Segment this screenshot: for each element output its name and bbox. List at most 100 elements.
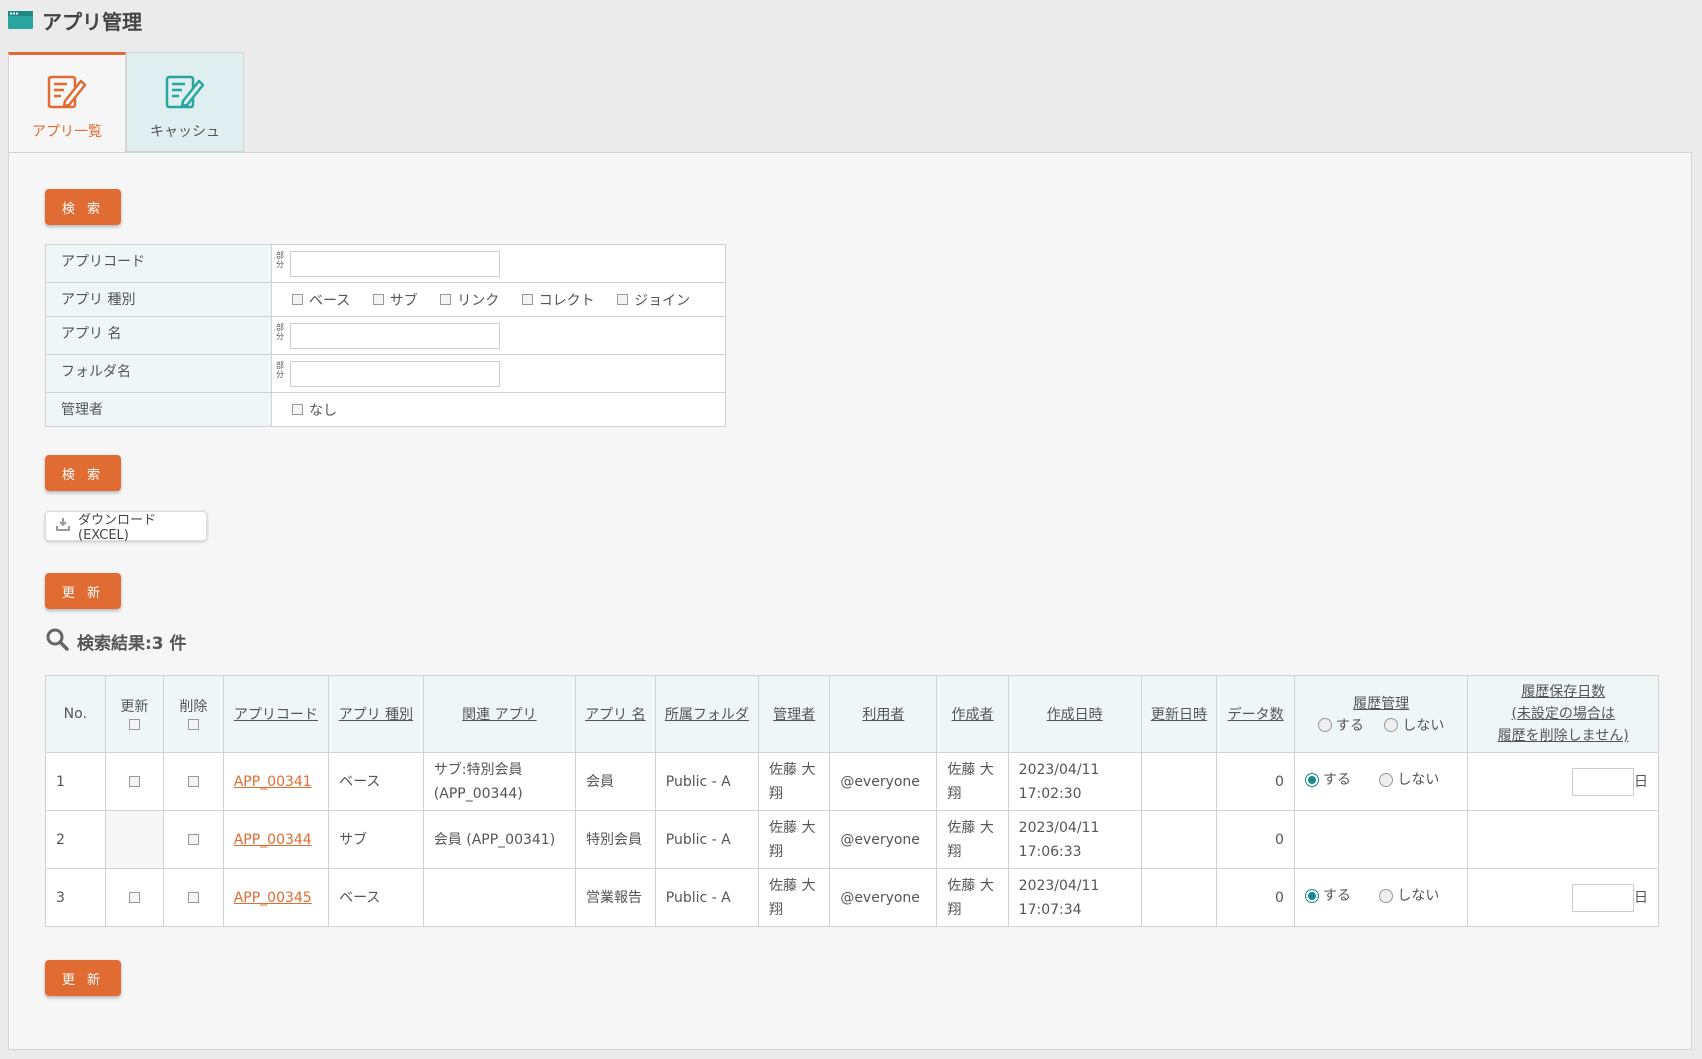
search-icon xyxy=(45,627,69,656)
cell-folder: Public - A xyxy=(654,752,760,811)
checkbox[interactable] xyxy=(617,294,629,305)
history-no[interactable]: しない xyxy=(1379,884,1439,908)
sort-link[interactable]: アプリコード xyxy=(234,707,318,723)
kind-option-join[interactable]: ジョイン xyxy=(617,290,690,310)
col-users[interactable]: 利用者 xyxy=(829,675,938,753)
option-label: サブ xyxy=(389,292,418,309)
col-app-kind[interactable]: アプリ 種別 xyxy=(328,675,424,753)
cell-related xyxy=(422,868,576,927)
history-all-no[interactable]: しない xyxy=(1384,715,1444,735)
sort-link[interactable]: アプリ 名 xyxy=(585,707,645,723)
download-icon xyxy=(56,517,70,535)
col-history-label: 履歴管理 xyxy=(1353,695,1410,712)
delete-checkbox[interactable] xyxy=(187,776,199,787)
admin-line: 佐藤 大 xyxy=(769,761,816,778)
download-excel-button[interactable]: ダウンロード(EXCEL) xyxy=(45,511,207,543)
checkbox[interactable] xyxy=(292,404,303,415)
sort-link[interactable]: データ数 xyxy=(1228,707,1284,723)
sort-link[interactable]: 作成者 xyxy=(952,707,994,723)
delete-checkbox[interactable] xyxy=(187,834,199,845)
history-yes[interactable]: する xyxy=(1304,768,1351,792)
option-label: ベース xyxy=(309,292,351,309)
search-button-top[interactable]: 検 索 xyxy=(45,189,121,225)
delete-all-checkbox[interactable] xyxy=(187,718,199,730)
creator-line: 佐藤 大 xyxy=(947,819,994,836)
checkbox[interactable] xyxy=(521,294,533,305)
checkbox[interactable] xyxy=(292,294,303,305)
app-code-input[interactable] xyxy=(290,250,500,277)
checkbox[interactable] xyxy=(440,294,452,305)
app-name-input[interactable] xyxy=(290,322,500,349)
radio[interactable] xyxy=(1317,717,1332,732)
retention-days-input[interactable] xyxy=(1572,883,1634,912)
col-retention[interactable]: 履歴保存日数 (未設定の場合は 履歴を削除しません) xyxy=(1467,675,1659,753)
radio[interactable] xyxy=(1304,889,1319,903)
field-label: アプリ 名 xyxy=(45,316,272,355)
col-created[interactable]: 作成日時 xyxy=(1007,675,1142,753)
update-button-top[interactable]: 更 新 xyxy=(45,573,121,609)
col-updated[interactable]: 更新日時 xyxy=(1140,675,1218,753)
history-yes[interactable]: する xyxy=(1304,884,1351,908)
sort-link[interactable]: 管理者 xyxy=(773,707,815,723)
radio[interactable] xyxy=(1379,773,1394,787)
col-history: 履歴管理 する しない xyxy=(1293,675,1469,753)
partial-match-label: 部分 xyxy=(276,250,284,269)
search-button-bottom[interactable]: 検 索 xyxy=(45,455,121,491)
edit-note-icon xyxy=(165,73,205,113)
col-creator[interactable]: 作成者 xyxy=(936,675,1009,753)
cell-creator: 佐藤 大翔 xyxy=(936,810,1009,869)
checkbox[interactable] xyxy=(372,294,384,305)
update-button-bottom[interactable]: 更 新 xyxy=(45,960,121,996)
radio[interactable] xyxy=(1384,717,1399,732)
cell-updated xyxy=(1140,810,1218,869)
admin-option-none[interactable]: なし xyxy=(292,400,337,420)
tab-cache[interactable]: キャッシュ xyxy=(126,52,244,152)
history-all-yes[interactable]: する xyxy=(1317,715,1364,735)
retention-days-input[interactable] xyxy=(1572,767,1634,796)
admin-line: 翔 xyxy=(769,843,784,860)
kind-option-base[interactable]: ベース xyxy=(292,290,350,310)
app-code-link[interactable]: APP_00345 xyxy=(234,890,312,906)
col-app-code[interactable]: アプリコード xyxy=(222,675,330,753)
cell-history: する しない xyxy=(1293,868,1469,927)
created-time: 17:02:30 xyxy=(1018,785,1082,802)
related-line: サブ:特別会員 xyxy=(433,761,523,778)
main-panel: 検 索 アプリコード 部分 アプリ 種別 ベース サブ リンク コレクト ジョイ… xyxy=(8,152,1692,1050)
delete-checkbox[interactable] xyxy=(187,892,199,903)
col-admin[interactable]: 管理者 xyxy=(758,675,831,753)
sort-link[interactable]: 利用者 xyxy=(862,707,904,723)
sort-link[interactable]: 作成日時 xyxy=(1047,707,1103,723)
col-folder[interactable]: 所属フォルダ xyxy=(654,675,760,753)
admin-line: 佐藤 大 xyxy=(769,819,816,836)
col-app-name[interactable]: アプリ 名 xyxy=(574,675,656,753)
results-table: No. 更新 削除 アプリコード アプリ 種別 関連 アプリ アプリ 名 所属フ… xyxy=(45,675,1659,927)
partial-match-label: 部分 xyxy=(276,322,284,341)
folder-name-input[interactable] xyxy=(290,360,500,387)
cell-users: @everyone xyxy=(829,752,938,811)
update-checkbox[interactable] xyxy=(128,776,140,787)
history-no[interactable]: しない xyxy=(1379,768,1439,792)
cell-users: @everyone xyxy=(829,810,938,869)
col-related-app[interactable]: 関連 アプリ xyxy=(422,675,576,753)
radio[interactable] xyxy=(1304,773,1319,787)
sort-link[interactable]: 更新日時 xyxy=(1151,707,1207,723)
sort-link[interactable]: 関連 アプリ xyxy=(462,707,536,723)
cell-updated xyxy=(1140,752,1218,811)
cell-count: 0 xyxy=(1216,868,1295,927)
kind-option-collect[interactable]: コレクト xyxy=(521,290,595,310)
tab-app-list[interactable]: アプリ一覧 xyxy=(8,52,126,152)
kind-option-link[interactable]: リンク xyxy=(440,290,499,310)
radio[interactable] xyxy=(1379,889,1394,903)
app-code-link[interactable]: APP_00344 xyxy=(234,832,312,848)
col-data-count[interactable]: データ数 xyxy=(1216,675,1295,753)
update-all-checkbox[interactable] xyxy=(128,718,140,730)
cell-count: 0 xyxy=(1216,752,1295,811)
sort-link[interactable]: アプリ 種別 xyxy=(339,707,413,723)
radio-label: する xyxy=(1335,717,1364,734)
sort-link[interactable]: 所属フォルダ xyxy=(665,707,749,723)
kind-option-sub[interactable]: サブ xyxy=(372,290,418,310)
update-checkbox[interactable] xyxy=(128,892,140,903)
col-retention-line: 履歴を削除しません) xyxy=(1497,728,1629,744)
app-code-link[interactable]: APP_00341 xyxy=(234,774,312,790)
cell-code: APP_00344 xyxy=(222,810,330,869)
